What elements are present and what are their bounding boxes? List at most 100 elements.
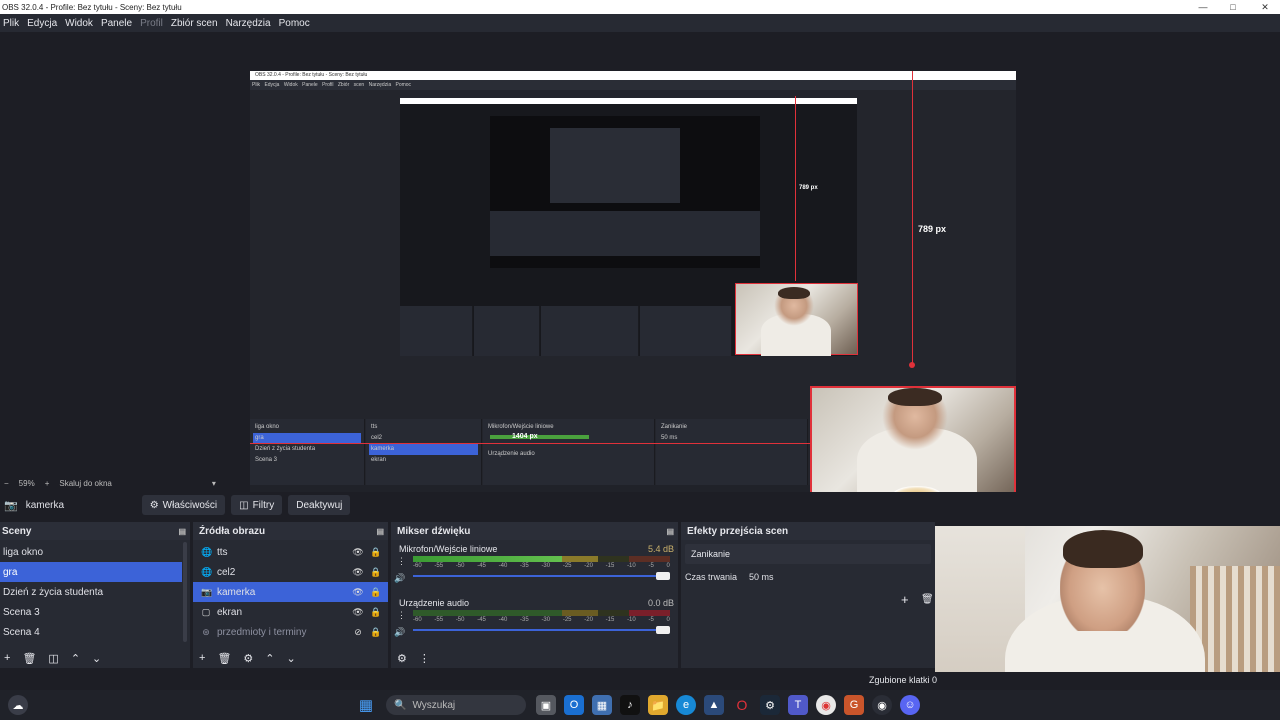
eye-icon[interactable]: 👁 — [352, 547, 364, 558]
scene-item[interactable]: Dzień z życia studenta — [0, 582, 182, 602]
menu-edit[interactable]: Edycja — [24, 18, 62, 29]
lock-icon[interactable]: 🔒 — [370, 567, 382, 578]
scene-item-selected[interactable]: gra — [0, 562, 182, 582]
windows-taskbar: ☁ ▦ 🔍 Wyszukaj ▣ O ▦ ♪ 📁 e ▲ O ⚙ T ◉ G ◉… — [0, 690, 1280, 720]
properties-button[interactable]: ⚙ Właściwości — [141, 495, 226, 515]
preview-area[interactable]: OBS 32.0.4 - Profile: Bez tytułu - Sceny… — [0, 32, 1280, 503]
steam-icon[interactable]: ⚙ — [760, 695, 780, 715]
source-item[interactable]: ⊛ przedmioty i terminy ⊘ 🔒 — [193, 622, 388, 642]
menu-profile[interactable]: Profil — [137, 18, 168, 29]
folder-icon[interactable]: 📁 — [648, 695, 668, 715]
maximize-icon[interactable]: □ — [1218, 0, 1248, 14]
speaker-icon[interactable]: 🔊 — [394, 573, 405, 584]
zoom-in-icon[interactable]: + — [45, 479, 50, 488]
slider-knob[interactable] — [656, 626, 670, 634]
minimize-icon[interactable]: — — [1188, 0, 1218, 14]
scene-item[interactable]: Scena 4 — [0, 622, 182, 642]
opera-icon[interactable]: O — [732, 695, 752, 715]
source-item[interactable]: ▢ ekran 👁 🔒 — [193, 602, 388, 622]
teams-icon[interactable]: T — [788, 695, 808, 715]
preview-canvas[interactable]: OBS 32.0.4 - Profile: Bez tytułu - Sceny… — [250, 71, 1016, 503]
menu-tools[interactable]: Narzędzia — [223, 18, 276, 29]
source-properties-icon[interactable]: ⚙ — [243, 652, 253, 665]
add-transition-icon[interactable]: + — [901, 592, 909, 607]
slider-knob[interactable] — [656, 572, 670, 580]
move-up-icon[interactable]: ⌃ — [71, 652, 80, 665]
source-name: ekran — [217, 606, 243, 618]
source-item[interactable]: 🌐 tts 👁 🔒 — [193, 542, 388, 562]
volume-slider[interactable] — [413, 571, 670, 581]
add-source-icon[interactable]: + — [199, 652, 205, 664]
mixer-toolbar: ⚙ ⋮ — [391, 648, 678, 668]
outlook-icon[interactable]: O — [564, 695, 584, 715]
eye-icon[interactable]: 👁 — [352, 587, 364, 598]
monitor-icon: ▢ — [201, 607, 211, 617]
menu-help[interactable]: Pomoc — [276, 18, 315, 29]
remove-source-icon[interactable]: 🗑 — [217, 652, 231, 665]
chrome-icon[interactable]: ◉ — [816, 695, 836, 715]
lock-icon[interactable]: 🔒 — [370, 627, 382, 638]
scene-item[interactable]: liga okno — [0, 542, 182, 562]
edge-icon[interactable]: e — [676, 695, 696, 715]
meter-ticks: -60 -55 -50 -45 -40 -35 -30 -25 -20 -15 … — [413, 563, 670, 569]
lock-icon[interactable]: 🔒 — [370, 547, 382, 558]
tick: -60 — [413, 617, 422, 623]
add-scene-icon[interactable]: + — [4, 652, 10, 664]
scale-mode-select[interactable]: Skaluj do okna — [59, 479, 111, 488]
volume-meter — [413, 556, 670, 562]
source-item[interactable]: 🌐 cel2 👁 🔒 — [193, 562, 388, 582]
eye-hidden-icon[interactable]: ⊘ — [352, 627, 364, 638]
channel-menu-icon[interactable]: ⋮ — [397, 610, 406, 621]
undock-icon[interactable]: ▤ — [376, 527, 384, 536]
filters-button[interactable]: ◫ Filtry — [231, 495, 283, 515]
vpn-icon[interactable]: ▲ — [704, 695, 724, 715]
channel-name: Urządzenie audio — [399, 598, 470, 608]
discord-icon[interactable]: ☺ — [900, 695, 920, 715]
duration-input[interactable]: 50 ms — [749, 572, 774, 582]
close-icon[interactable]: ✕ — [1250, 0, 1280, 14]
slider-track — [413, 575, 670, 577]
tiktok-icon[interactable]: ♪ — [620, 695, 640, 715]
mixer-header: Mikser dźwięku ▤ — [391, 522, 678, 540]
source-name: przedmioty i terminy — [217, 626, 307, 638]
weather-icon[interactable]: ☁ — [8, 695, 28, 715]
advanced-audio-icon[interactable]: ⚙ — [397, 652, 407, 665]
undock-icon[interactable]: ▤ — [666, 527, 674, 536]
mixer-menu-icon[interactable]: ⋮ — [419, 652, 430, 665]
transition-select[interactable]: Zanikanie — [685, 544, 931, 564]
tick: -35 — [520, 563, 529, 569]
source-item-selected[interactable]: 📷 kamerka 👁 🔒 — [193, 582, 388, 602]
zoom-out-icon[interactable]: − — [4, 479, 9, 488]
store-icon[interactable]: ▦ — [592, 695, 612, 715]
scene-item[interactable]: Scena 3 — [0, 602, 182, 622]
eye-icon[interactable]: 👁 — [352, 567, 364, 578]
menu-docks[interactable]: Panele — [98, 18, 137, 29]
volume-slider[interactable] — [413, 625, 670, 635]
chevron-down-icon[interactable]: ▾ — [212, 479, 216, 488]
remove-scene-icon[interactable]: 🗑 — [22, 652, 36, 665]
scene-filters-icon[interactable]: ◫ — [48, 652, 58, 665]
tick: -45 — [477, 617, 486, 623]
speaker-icon[interactable]: 🔊 — [394, 627, 405, 638]
move-down-icon[interactable]: ⌄ — [287, 652, 296, 665]
obs-icon[interactable]: ◉ — [872, 695, 892, 715]
eye-icon[interactable]: 👁 — [352, 607, 364, 618]
menu-view[interactable]: Widok — [62, 18, 98, 29]
windows-start-icon[interactable]: ▦ — [356, 695, 376, 715]
channel-menu-icon[interactable]: ⋮ — [397, 556, 406, 567]
tick: -15 — [605, 563, 615, 569]
menu-scene-collection[interactable]: Zbiór scen — [168, 18, 223, 29]
git-icon[interactable]: G — [844, 695, 864, 715]
lock-icon[interactable]: 🔒 — [370, 607, 382, 618]
task-view-icon[interactable]: ▣ — [536, 695, 556, 715]
remove-transition-icon[interactable]: 🗑 — [921, 594, 934, 605]
menu-file[interactable]: Plik — [0, 18, 24, 29]
taskbar-search[interactable]: 🔍 Wyszukaj — [386, 695, 526, 715]
lock-icon[interactable]: 🔒 — [370, 587, 382, 598]
move-up-icon[interactable]: ⌃ — [265, 652, 274, 665]
nested-webcam-level-1 — [735, 283, 858, 356]
deactivate-button[interactable]: Deaktywuj — [288, 495, 351, 515]
undock-icon[interactable]: ▤ — [178, 527, 186, 536]
scenes-scrollbar[interactable] — [183, 542, 187, 642]
move-down-icon[interactable]: ⌄ — [92, 652, 101, 665]
